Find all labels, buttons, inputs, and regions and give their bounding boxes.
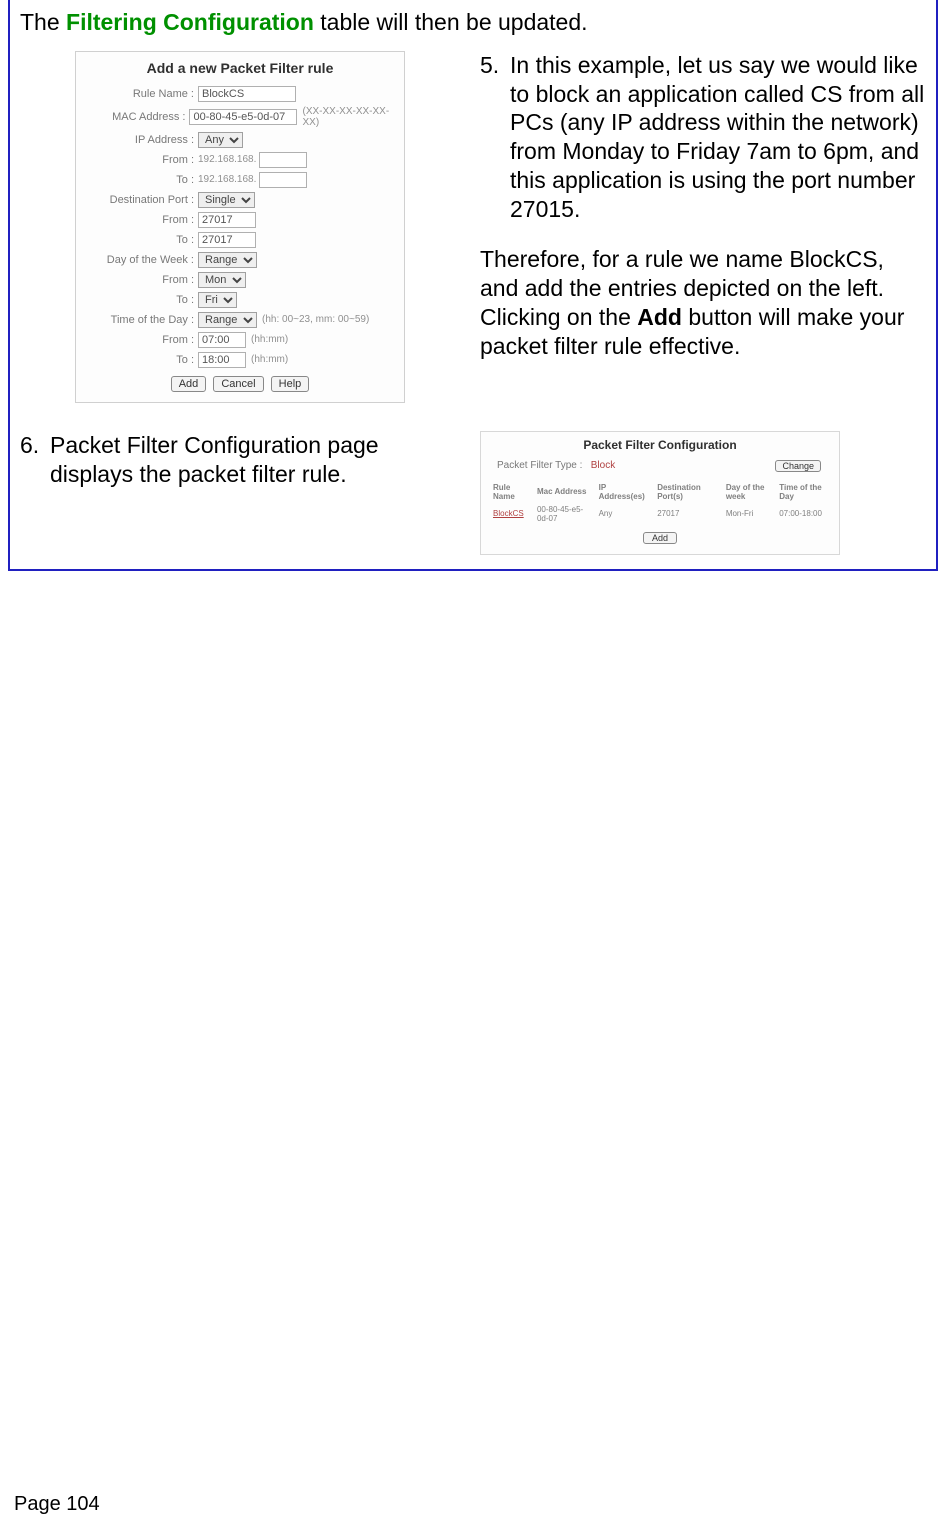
ip-select[interactable]: Any: [198, 132, 243, 148]
dialog-title: Add a new Packet Filter rule: [82, 60, 398, 76]
mac-hint: (XX-XX-XX-XX-XX-XX): [302, 106, 398, 128]
config-type-value: Block: [591, 460, 615, 471]
rule-name-input[interactable]: [198, 86, 296, 102]
label-port-to: To :: [82, 234, 198, 246]
step6-number: 6.: [20, 431, 42, 489]
add-button[interactable]: Add: [171, 376, 207, 392]
tod-to-hint: (hh:mm): [251, 354, 288, 365]
ip-from-input[interactable]: [259, 152, 307, 168]
step5-para2: Therefore, for a rule we name BlockCS, a…: [480, 245, 926, 360]
dest-port-select[interactable]: Single: [198, 192, 255, 208]
ip-to-input[interactable]: [259, 172, 307, 188]
change-button[interactable]: Change: [775, 460, 821, 472]
label-port-from: From :: [82, 214, 198, 226]
table-row: BlockCS 00-80-45-e5-0d-07 Any 27017 Mon-…: [491, 504, 829, 524]
label-tod-from: From :: [82, 334, 198, 346]
tod-to-input[interactable]: [198, 352, 246, 368]
step5-number: 5.: [480, 51, 502, 246]
config-type-label: Packet Filter Type :: [497, 460, 582, 471]
dow-select[interactable]: Range: [198, 252, 257, 268]
intro-text: The Filtering Configuration table will t…: [20, 8, 926, 37]
mac-input[interactable]: [189, 109, 297, 125]
label-dow-from: From :: [82, 274, 198, 286]
port-to-input[interactable]: [198, 232, 256, 248]
label-dow: Day of the Week :: [82, 254, 198, 266]
label-ip-from: From :: [82, 154, 198, 166]
config-table: Rule Name Mac Address IP Address(es) Des…: [489, 480, 831, 526]
help-button[interactable]: Help: [271, 376, 310, 392]
add-filter-dialog: Add a new Packet Filter rule Rule Name :…: [75, 51, 405, 403]
label-ip: IP Address :: [82, 134, 198, 146]
port-from-input[interactable]: [198, 212, 256, 228]
config-title: Packet Filter Configuration: [489, 438, 831, 452]
label-tod: Time of the Day :: [82, 314, 198, 326]
tod-from-hint: (hh:mm): [251, 334, 288, 345]
label-rule-name: Rule Name :: [82, 88, 198, 100]
label-dest-port: Destination Port :: [82, 194, 198, 206]
page-number: Page 104: [14, 1493, 100, 1516]
dow-to-select[interactable]: Fri: [198, 292, 237, 308]
step5-para1: In this example, let us say we would lik…: [510, 51, 926, 224]
label-tod-to: To :: [82, 354, 198, 366]
label-ip-to: To :: [82, 174, 198, 186]
tod-from-input[interactable]: [198, 332, 246, 348]
cancel-button[interactable]: Cancel: [213, 376, 263, 392]
tod-select[interactable]: Range: [198, 312, 257, 328]
dow-from-select[interactable]: Mon: [198, 272, 246, 288]
label-dow-to: To :: [82, 294, 198, 306]
config-add-button[interactable]: Add: [643, 532, 677, 544]
config-panel: Packet Filter Configuration Packet Filte…: [480, 431, 840, 555]
label-mac: MAC Address :: [82, 111, 189, 123]
step6-text: Packet Filter Configuration page display…: [50, 431, 460, 489]
rule-link[interactable]: BlockCS: [493, 509, 524, 518]
tod-hint: (hh: 00~23, mm: 00~59): [262, 314, 369, 325]
